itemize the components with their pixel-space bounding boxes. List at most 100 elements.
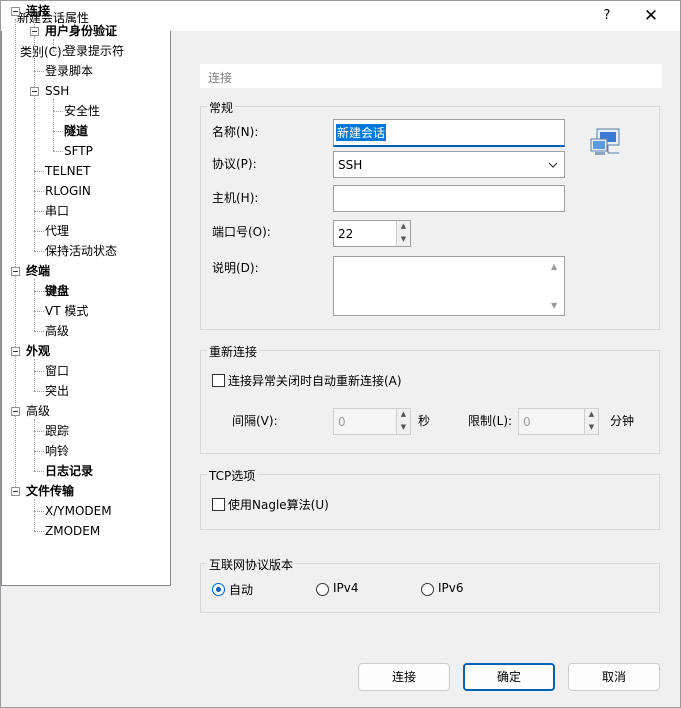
scroll-up-icon[interactable]: ▲ bbox=[551, 262, 557, 271]
tree-item-sftp[interactable]: SFTP bbox=[64, 142, 93, 160]
protocol-select[interactable]: SSH bbox=[333, 151, 565, 178]
tree-item-vt-mode[interactable]: VT 模式 bbox=[45, 302, 88, 320]
tree-item-xymodem[interactable]: X/YMODEM bbox=[45, 502, 112, 520]
general-group-title: 常规 bbox=[207, 99, 236, 116]
tree-item-ssh[interactable]: SSH bbox=[45, 82, 69, 100]
interval-field-value: 0 bbox=[338, 415, 346, 429]
section-header: 连接 bbox=[200, 64, 662, 88]
tree-line bbox=[34, 371, 44, 372]
interval-spinner[interactable]: ▲ ▼ bbox=[396, 409, 410, 434]
auto-reconnect-checkbox[interactable] bbox=[212, 374, 225, 387]
port-spinner[interactable]: ▲ ▼ bbox=[396, 221, 410, 246]
tree-item-login-prompts[interactable]: 登录提示符 bbox=[64, 42, 124, 60]
tree-line bbox=[53, 51, 63, 52]
limit-spinner[interactable]: ▲ ▼ bbox=[584, 409, 598, 434]
tree-item-bell[interactable]: 响铃 bbox=[45, 442, 69, 460]
chevron-down-icon bbox=[548, 162, 558, 168]
tree-line bbox=[34, 279, 35, 331]
limit-unit: 分钟 bbox=[610, 414, 635, 428]
tree-line bbox=[34, 291, 44, 292]
interval-field[interactable]: 0 ▲ ▼ bbox=[333, 408, 411, 435]
nagle-label[interactable]: 使用Nagle算法(U) bbox=[228, 496, 329, 513]
tree-item-serial[interactable]: 串口 bbox=[45, 202, 69, 220]
name-label: 名称(N): bbox=[212, 125, 259, 139]
tree-item-advanced[interactable]: 高级 bbox=[26, 402, 50, 420]
ipv6-label[interactable]: IPv6 bbox=[438, 581, 464, 595]
tree-item-logging[interactable]: 日志记录 bbox=[45, 462, 93, 480]
auto-reconnect-label[interactable]: 连接异常关闭时自动重新连接(A) bbox=[228, 372, 402, 389]
tree-item-window[interactable]: 窗口 bbox=[45, 362, 69, 380]
description-scrollbar[interactable]: ▲ ▼ bbox=[548, 257, 564, 315]
ok-button[interactable]: 确定 bbox=[463, 663, 555, 691]
spin-down-icon[interactable]: ▼ bbox=[397, 234, 410, 247]
collapse-icon[interactable] bbox=[11, 7, 20, 16]
ipv4-label[interactable]: IPv4 bbox=[333, 581, 359, 595]
help-icon[interactable]: ? bbox=[595, 5, 619, 27]
spin-up-icon[interactable]: ▲ bbox=[397, 409, 410, 422]
ip-auto-radio[interactable] bbox=[212, 583, 225, 596]
host-label: 主机(H): bbox=[212, 191, 259, 205]
tree-line bbox=[53, 39, 54, 51]
spin-up-icon[interactable]: ▲ bbox=[585, 409, 598, 422]
section-header-title: 连接 bbox=[208, 71, 233, 85]
tree-line bbox=[53, 151, 63, 152]
tree-line bbox=[34, 511, 44, 512]
limit-field[interactable]: 0 ▲ ▼ bbox=[518, 408, 599, 435]
tree-line bbox=[15, 19, 16, 493]
tree-item-appearance[interactable]: 外观 bbox=[26, 342, 50, 360]
close-icon[interactable]: ✕ bbox=[639, 5, 663, 27]
tree-item-zmodem[interactable]: ZMODEM bbox=[45, 522, 100, 540]
interval-unit: 秒 bbox=[418, 414, 431, 428]
tree-item-security[interactable]: 安全性 bbox=[64, 102, 100, 120]
description-field[interactable]: ▲ ▼ bbox=[333, 256, 565, 316]
ip-auto-label[interactable]: 自动 bbox=[229, 581, 253, 598]
spin-up-icon[interactable]: ▲ bbox=[397, 221, 410, 234]
protocol-select-value: SSH bbox=[338, 158, 363, 172]
tree-item-keep-alive[interactable]: 保持活动状态 bbox=[45, 242, 117, 260]
tree-item-login-script[interactable]: 登录脚本 bbox=[45, 62, 93, 80]
tree-line bbox=[53, 111, 63, 112]
tree-item-trace[interactable]: 跟踪 bbox=[45, 422, 69, 440]
spin-down-icon[interactable]: ▼ bbox=[585, 422, 598, 435]
tree-item-file-transfer[interactable]: 文件传输 bbox=[26, 482, 74, 500]
tree-line bbox=[34, 191, 44, 192]
session-properties-dialog: 新建会话属性 ? ✕ 类别(C): 连接 用户身份验证 登录提示符 登录脚本 S… bbox=[0, 0, 681, 708]
tree-line bbox=[34, 211, 44, 212]
tree-item-connection[interactable]: 连接 bbox=[26, 2, 50, 20]
tree-item-authentication[interactable]: 用户身份验证 bbox=[45, 22, 117, 40]
ipv4-radio[interactable] bbox=[316, 583, 329, 596]
category-tree[interactable]: 连接 用户身份验证 登录提示符 登录脚本 SSH 安全性 隧道 SFTP TEL… bbox=[1, 1, 171, 586]
tree-item-rlogin[interactable]: RLOGIN bbox=[45, 182, 91, 200]
cancel-button[interactable]: 取消 bbox=[568, 663, 660, 691]
port-field[interactable]: 22 ▲ ▼ bbox=[333, 220, 411, 247]
collapse-icon[interactable] bbox=[11, 407, 20, 416]
tree-item-terminal-advanced[interactable]: 高级 bbox=[45, 322, 69, 340]
reconnect-group-title: 重新连接 bbox=[207, 343, 260, 360]
ip-version-title: 互联网协议版本 bbox=[207, 556, 296, 573]
tree-item-keyboard[interactable]: 键盘 bbox=[45, 282, 69, 300]
tree-line bbox=[34, 531, 44, 532]
tree-item-terminal[interactable]: 终端 bbox=[26, 262, 50, 280]
tree-item-tunneling[interactable]: 隧道 bbox=[64, 122, 88, 140]
collapse-icon[interactable] bbox=[30, 27, 39, 36]
collapse-icon[interactable] bbox=[30, 87, 39, 96]
ipv6-radio[interactable] bbox=[421, 583, 434, 596]
tree-line bbox=[34, 331, 44, 332]
collapse-icon[interactable] bbox=[11, 267, 20, 276]
tree-line bbox=[34, 391, 44, 392]
collapse-icon[interactable] bbox=[11, 347, 20, 356]
tree-item-proxy[interactable]: 代理 bbox=[45, 222, 69, 240]
scroll-down-icon[interactable]: ▼ bbox=[551, 301, 557, 310]
description-label: 说明(D): bbox=[212, 261, 259, 275]
spin-down-icon[interactable]: ▼ bbox=[397, 422, 410, 435]
tree-item-highlight[interactable]: 突出 bbox=[45, 382, 69, 400]
collapse-icon[interactable] bbox=[11, 487, 20, 496]
connect-button[interactable]: 连接 bbox=[358, 663, 450, 691]
name-field[interactable]: 新建会话 bbox=[333, 119, 565, 147]
tree-line bbox=[34, 359, 35, 391]
tree-line bbox=[34, 451, 44, 452]
host-field[interactable] bbox=[333, 185, 565, 212]
tree-item-telnet[interactable]: TELNET bbox=[45, 162, 91, 180]
nagle-checkbox[interactable] bbox=[212, 498, 225, 511]
port-label: 端口号(O): bbox=[212, 225, 271, 239]
